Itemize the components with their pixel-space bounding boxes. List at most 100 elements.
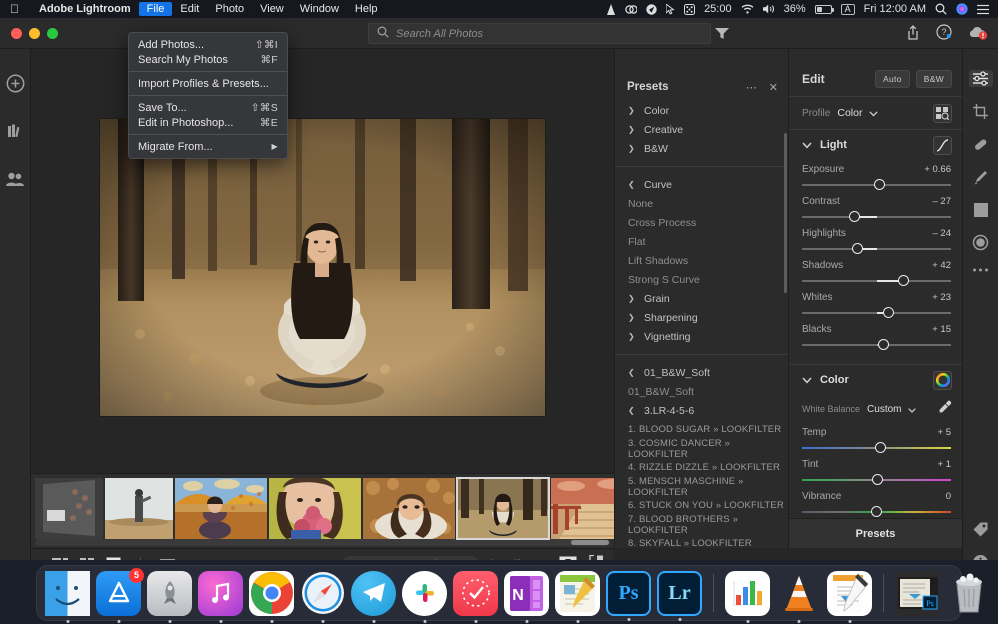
slider-track[interactable] (802, 338, 951, 352)
preset-group-curve[interactable]: ❮Curve (615, 175, 788, 194)
location-arrow-icon[interactable] (646, 4, 657, 15)
dock-app-onenote[interactable]: N (504, 571, 549, 616)
filter-funnel-icon[interactable] (714, 26, 730, 40)
menu-item-save-to[interactable]: Save To... ⇧⌘S (129, 100, 287, 115)
library-books-icon[interactable] (5, 121, 25, 141)
slider-knob[interactable] (874, 179, 885, 190)
menubar-app-name[interactable]: Adobe Lightroom (31, 2, 139, 16)
slider-knob[interactable] (898, 275, 909, 286)
slider-blacks[interactable]: Blacks+ 15 (789, 324, 962, 352)
dock-app-itunes[interactable] (198, 571, 243, 616)
dock-app-safari[interactable] (300, 571, 345, 616)
preset-group-3-lr-4-5-6[interactable]: ❮3.LR-4-5-6 (615, 401, 788, 420)
help-circle-icon[interactable]: ? (936, 24, 952, 45)
slider-tint[interactable]: Tint+ 1 (789, 459, 962, 487)
search-input[interactable]: Search All Photos (368, 23, 711, 44)
slider-track[interactable] (802, 306, 951, 320)
window-close-button[interactable] (11, 28, 22, 39)
dock-app-notes[interactable] (555, 571, 600, 616)
healing-brush-icon[interactable] (969, 136, 993, 153)
bw-button[interactable]: B&W (916, 70, 952, 88)
preset-item-strong-s-curve[interactable]: Strong S Curve (615, 270, 788, 289)
linear-gradient-icon[interactable] (969, 202, 993, 218)
thumb-1-gallery-wall[interactable] (35, 478, 103, 539)
eyedropper-icon[interactable] (938, 400, 952, 419)
chevron-down-icon[interactable] (908, 400, 916, 418)
slider-track[interactable] (802, 178, 951, 192)
preset-item-skyfall[interactable]: 8. SKYFALL » LOOKFILTER (615, 534, 788, 548)
ellipsis-icon[interactable] (969, 267, 993, 273)
dock-app-photoshop[interactable]: Ps (606, 571, 651, 616)
cloud-alert-icon[interactable] (968, 25, 988, 45)
edit-sliders-icon[interactable] (969, 70, 993, 87)
profile-browser-icon[interactable] (933, 104, 952, 123)
spotlight-search-icon[interactable] (935, 3, 947, 15)
menubar-item-view[interactable]: View (252, 2, 292, 16)
menubar-item-window[interactable]: Window (292, 2, 347, 16)
thumb-4-woman-flowers[interactable] (269, 478, 361, 539)
shared-people-icon[interactable] (5, 169, 25, 189)
light-section-header[interactable]: Light (789, 130, 962, 160)
dock-app-pages[interactable] (827, 571, 872, 616)
dock-app-clock[interactable] (453, 571, 498, 616)
menubar-item-photo[interactable]: Photo (207, 2, 252, 16)
chevron-down-icon[interactable] (869, 104, 878, 122)
window-minimize-button[interactable] (29, 28, 40, 39)
slider-track[interactable] (802, 274, 951, 288)
slider-highlights[interactable]: Highlights– 24 (789, 228, 962, 256)
presets-footer-button[interactable]: Presets (789, 518, 962, 548)
input-source-indicator[interactable]: A (841, 4, 855, 15)
dock-app-finder[interactable] (45, 571, 90, 616)
dock-app-launchpad[interactable] (147, 571, 192, 616)
slider-track[interactable] (802, 242, 951, 256)
preset-item-flat[interactable]: Flat (615, 232, 788, 251)
preset-group-vignetting[interactable]: ❯Vignetting (615, 327, 788, 346)
preset-item-stuck-on-you[interactable]: 6. STUCK ON YOU » LOOKFILTER (615, 496, 788, 515)
preset-item-lift-shadows[interactable]: Lift Shadows (615, 251, 788, 270)
window-zoom-button[interactable] (47, 28, 58, 39)
menu-item-import-profiles-presets[interactable]: Import Profiles & Presets... (129, 76, 287, 91)
dock-app-slack[interactable] (402, 571, 447, 616)
auto-button[interactable]: Auto (875, 70, 910, 88)
filmstrip[interactable] (31, 473, 614, 548)
battery-icon[interactable] (815, 5, 832, 14)
preset-group-sharpening[interactable]: ❯Sharpening (615, 308, 788, 327)
dock-app-chrome[interactable] (249, 571, 294, 616)
dock-item-screenshot-file[interactable]: Ps (895, 571, 940, 616)
slider-contrast[interactable]: Contrast– 27 (789, 196, 962, 224)
thumb-5-woman-lying-leaves[interactable] (363, 478, 455, 539)
preset-group-creative[interactable]: ❯Creative (615, 120, 788, 139)
share-icon[interactable] (906, 25, 920, 45)
slider-knob[interactable] (871, 506, 882, 517)
menubar-item-file[interactable]: File (139, 2, 173, 16)
preset-item-blood-sugar[interactable]: 1. BLOOD SUGAR » LOOKFILTER (615, 420, 788, 439)
main-photo-preview[interactable] (100, 119, 545, 416)
add-photos-plus-icon[interactable] (5, 73, 25, 93)
menu-item-add-photos[interactable]: Add Photos... ⇧⌘I (129, 37, 287, 52)
thumb-3-woman-autumn-leaves[interactable] (175, 478, 267, 539)
filmstrip-scrollbar[interactable] (35, 539, 610, 546)
speaker-icon[interactable] (763, 4, 775, 14)
slider-exposure[interactable]: Exposure+ 0.66 (789, 164, 962, 192)
slider-track[interactable] (802, 473, 951, 487)
preset-item-none[interactable]: None (615, 194, 788, 213)
profile-value[interactable]: Color (837, 107, 862, 119)
dock-app-vlc[interactable] (776, 571, 821, 616)
slider-shadows[interactable]: Shadows+ 42 (789, 260, 962, 288)
preset-item-mensch-maschine[interactable]: 5. MENSCH MASCHINE » LOOKFILTER (615, 477, 788, 496)
slider-knob[interactable] (878, 339, 889, 350)
preset-item-cross-process[interactable]: Cross Process (615, 213, 788, 232)
brush-icon[interactable] (969, 169, 993, 186)
radial-gradient-icon[interactable] (969, 234, 993, 251)
wifi-icon[interactable] (741, 4, 754, 14)
slider-vibrance[interactable]: Vibrance0 (789, 491, 962, 519)
color-mixer-icon[interactable] (933, 371, 952, 390)
preset-group-bw[interactable]: ❯B&W (615, 139, 788, 158)
ellipsis-icon[interactable]: ⋯ (746, 81, 757, 94)
slider-whites[interactable]: Whites+ 23 (789, 292, 962, 320)
preset-item-cosmic-dancer[interactable]: 3. COSMIC DANCER » LOOKFILTER (615, 439, 788, 458)
color-section-header[interactable]: Color (789, 365, 962, 395)
preset-group-grain[interactable]: ❯Grain (615, 289, 788, 308)
menubar-item-help[interactable]: Help (347, 2, 386, 16)
thumb-2-person-field[interactable] (105, 478, 173, 539)
